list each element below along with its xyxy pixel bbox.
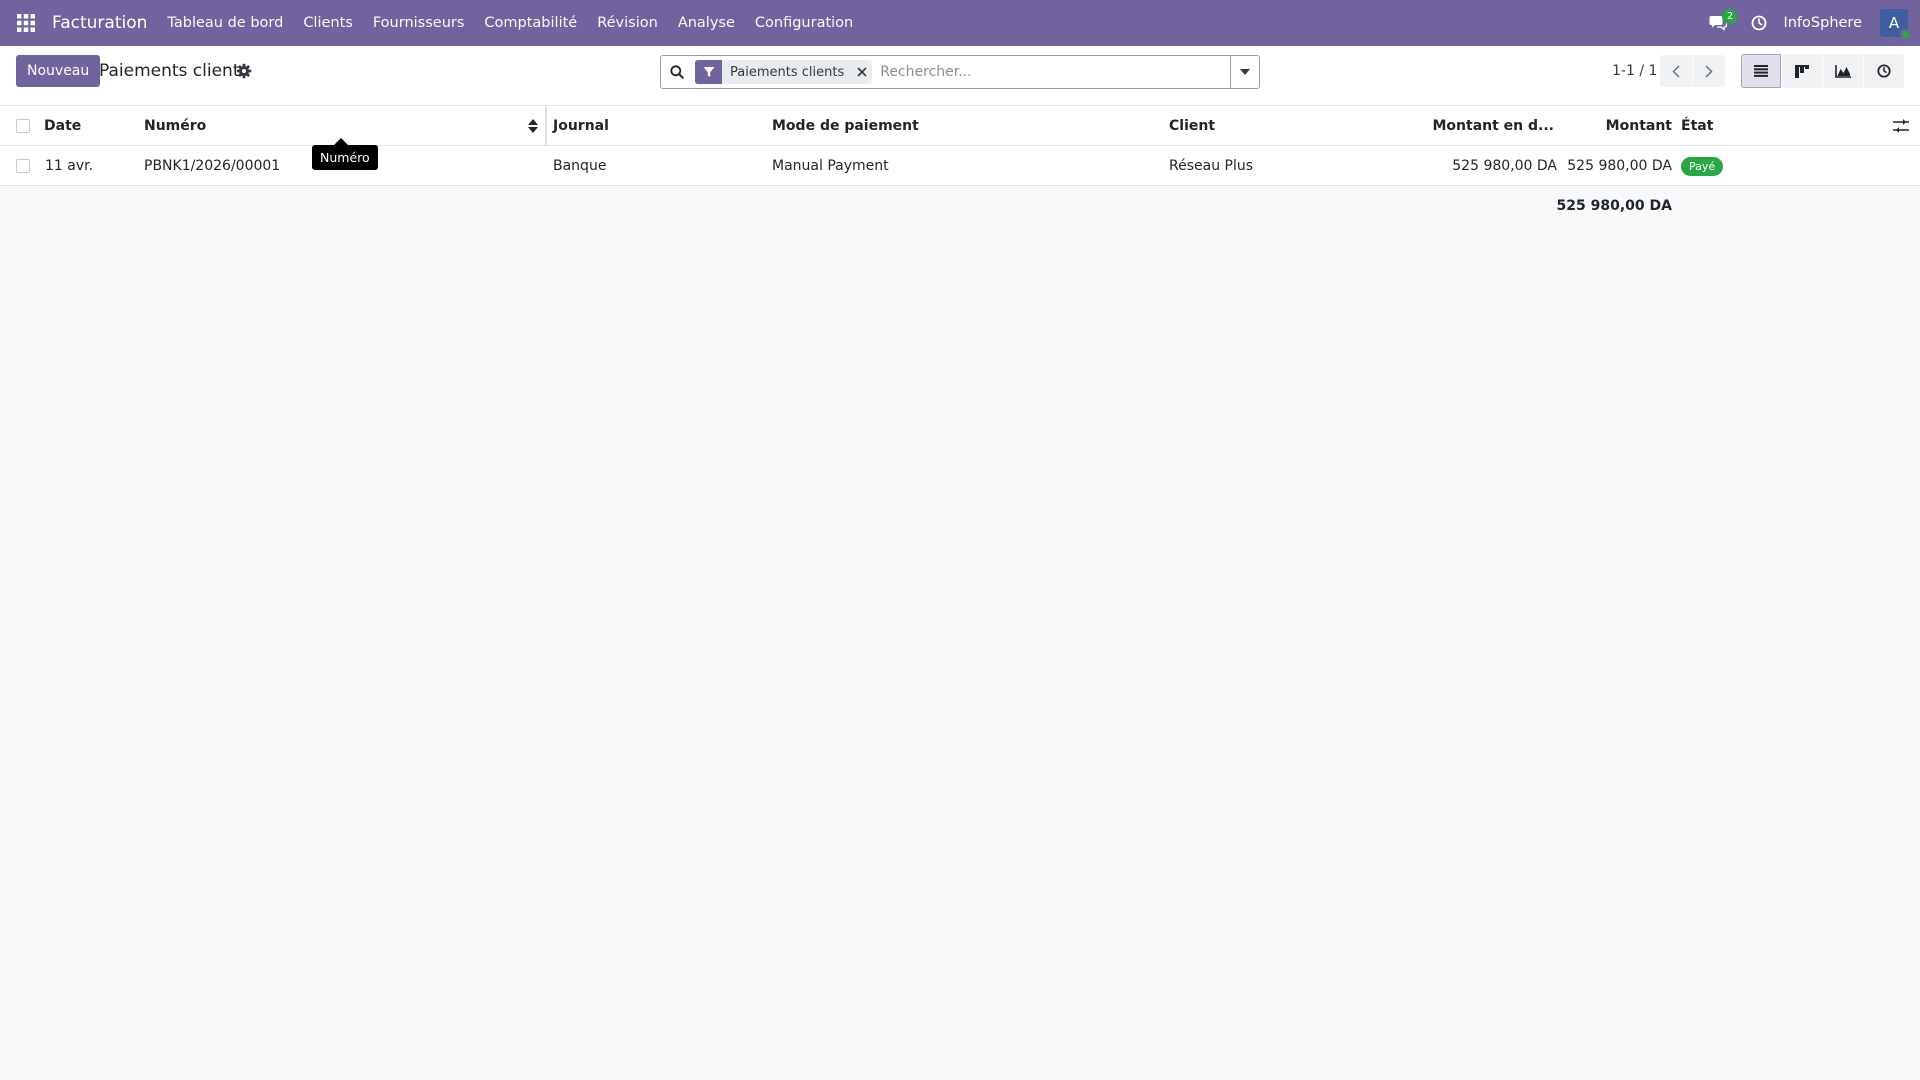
graph-view-button[interactable] [1823, 54, 1863, 88]
select-all-checkbox[interactable] [16, 119, 30, 133]
column-header-mode-paiement[interactable]: Mode de paiement [772, 106, 919, 146]
pager-next-button[interactable] [1693, 55, 1725, 87]
search-bar: Paiements clients [660, 55, 1260, 89]
payments-list-table: Date Numéro Journal Mode de paiement Cli… [0, 106, 1920, 226]
chevron-right-icon [1705, 64, 1713, 78]
kanban-icon [1795, 64, 1809, 78]
menu-item-clients[interactable]: Clients [303, 15, 353, 31]
chat-count-badge: 2 [1722, 9, 1738, 24]
table-header-row: Date Numéro Journal Mode de paiement Cli… [0, 106, 1920, 146]
cell-mode-paiement: Manual Payment [772, 158, 889, 174]
column-header-montant-devise[interactable]: Montant en d... [1432, 106, 1554, 146]
area-chart-icon [1835, 64, 1851, 78]
column-header-date[interactable]: Date [44, 106, 81, 146]
column-resize-handle[interactable] [545, 106, 547, 146]
tooltip-arrow [334, 138, 348, 145]
table-row[interactable]: 11 avr. PBNK1/2026/00001 Banque Manual P… [0, 146, 1920, 186]
pager-previous-button[interactable] [1660, 55, 1692, 87]
facet-label: Paiements clients [730, 64, 845, 80]
cell-journal: Banque [553, 158, 607, 174]
avatar-initial: A [1888, 14, 1900, 32]
activity-view-button[interactable] [1864, 54, 1904, 88]
clock-icon [1877, 64, 1891, 78]
new-button[interactable]: Nouveau [16, 55, 101, 87]
messaging-button[interactable]: 2 [1703, 0, 1738, 46]
search-facet: Paiements clients [695, 60, 873, 84]
menu-item-comptabilite[interactable]: Comptabilité [484, 15, 577, 31]
column-header-numero[interactable]: Numéro [144, 106, 206, 146]
caret-down-icon [1240, 69, 1250, 75]
menu-item-configuration[interactable]: Configuration [755, 15, 853, 31]
remove-facet-close-icon[interactable] [852, 60, 872, 84]
sliders-icon[interactable] [1892, 118, 1910, 134]
row-checkbox[interactable] [16, 159, 30, 173]
sort-icon[interactable] [527, 118, 539, 134]
clock-icon [1752, 15, 1767, 31]
app-brand[interactable]: Facturation [52, 13, 147, 33]
cell-montant: 525 980,00 DA [1567, 158, 1672, 174]
search-input[interactable] [880, 57, 1230, 87]
cell-client: Réseau Plus [1169, 158, 1254, 174]
kanban-view-button[interactable] [1782, 54, 1822, 88]
page-title: Paiements clients [99, 61, 249, 81]
filter-icon [695, 60, 722, 84]
menu-item-revision[interactable]: Révision [597, 15, 658, 31]
top-navbar: Facturation Tableau de bord Clients Four… [0, 0, 1920, 46]
row-select-cell [16, 146, 30, 186]
select-all-cell [16, 106, 30, 146]
user-avatar[interactable]: A [1880, 9, 1911, 40]
table-footer-row: 525 980,00 DA [0, 186, 1920, 226]
total-montant: 525 980,00 DA [1556, 198, 1672, 214]
column-header-montant[interactable]: Montant [1560, 106, 1672, 146]
chevron-left-icon [1672, 64, 1680, 78]
menu-item-tableau-de-bord[interactable]: Tableau de bord [167, 15, 283, 31]
column-header-journal[interactable]: Journal [553, 106, 609, 146]
status-badge: Payé [1681, 156, 1724, 176]
menu-item-analyse[interactable]: Analyse [678, 15, 735, 31]
cell-date: 11 avr. [45, 158, 94, 174]
cell-etat: Payé [1681, 146, 1724, 186]
activity-button[interactable] [1745, 0, 1773, 46]
search-icon[interactable] [661, 56, 693, 88]
column-header-etat[interactable]: État [1681, 106, 1713, 146]
control-panel: Nouveau Paiements clients Paiements clie… [0, 46, 1920, 106]
cell-numero: PBNK1/2026/00001 [144, 158, 281, 174]
list-icon [1754, 65, 1768, 77]
menu-item-fournisseurs[interactable]: Fournisseurs [373, 15, 465, 31]
online-status-dot [1900, 29, 1911, 40]
company-switcher[interactable]: InfoSphere [1783, 15, 1862, 31]
pager-value[interactable]: 1-1 / 1 [1612, 63, 1657, 79]
cell-montant-devise: 525 980,00 DA [1452, 158, 1557, 174]
navbar-systray: 2 InfoSphere A [1703, 0, 1920, 46]
column-header-client[interactable]: Client [1169, 106, 1215, 146]
gear-icon[interactable] [236, 63, 252, 79]
search-options-toggle[interactable] [1230, 56, 1259, 88]
column-tooltip: Numéro [312, 145, 378, 170]
list-view-button[interactable] [1741, 54, 1781, 88]
apps-grid-icon[interactable] [0, 0, 52, 46]
